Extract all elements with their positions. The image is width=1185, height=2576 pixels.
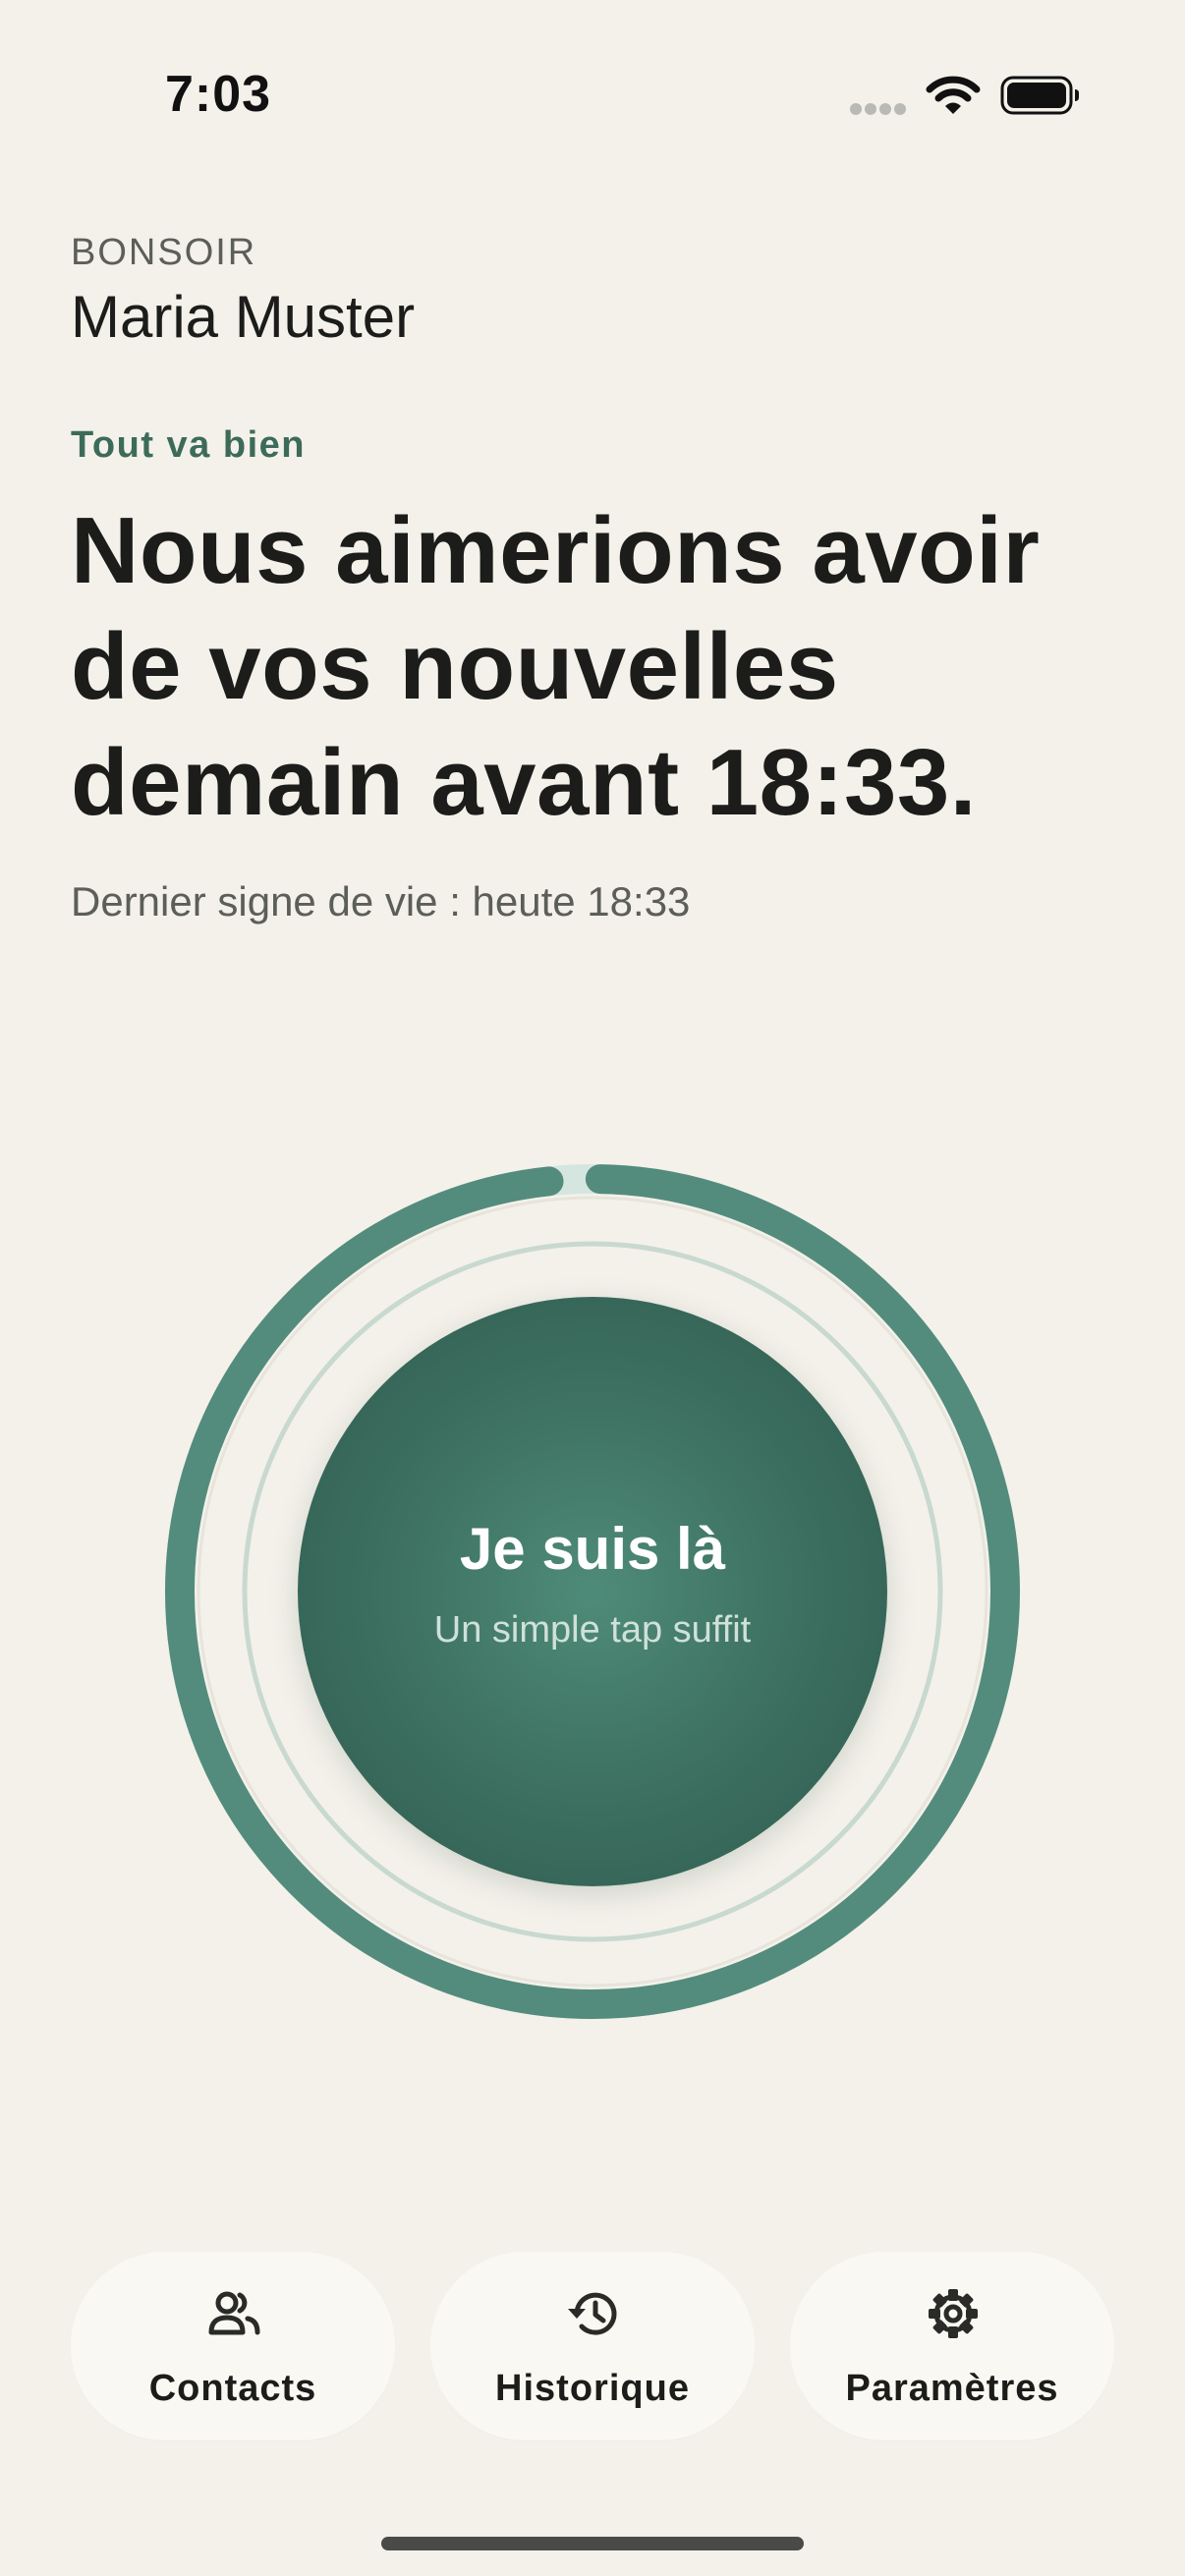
history-icon	[568, 2292, 617, 2335]
headline-line: Nous aimerions avoir	[71, 498, 1041, 603]
battery-icon	[1000, 76, 1079, 115]
nav-label: Paramètres	[845, 2368, 1059, 2409]
checkin-title: Je suis là	[459, 1516, 726, 1582]
status-label: Tout va bien	[71, 424, 306, 466]
user-name: Maria Muster	[71, 284, 416, 350]
nav-history-button[interactable]: Historique	[430, 2252, 755, 2440]
status-bar: 7:03	[0, 0, 1185, 187]
checkin-button[interactable]: Je suis là Un simple tap suffit	[298, 1297, 887, 1886]
cellular-signal-icon	[850, 103, 906, 115]
gear-icon	[929, 2289, 978, 2338]
greeting: BONSOIR	[71, 232, 257, 273]
home-indicator[interactable]	[381, 2537, 804, 2550]
wifi-icon	[926, 76, 981, 114]
headline-line: demain avant 18:33.	[71, 730, 977, 835]
nav-settings-button[interactable]: Paramètres	[790, 2252, 1114, 2440]
contacts-icon	[208, 2291, 260, 2335]
nav-contacts-button[interactable]: Contacts	[71, 2252, 395, 2440]
last-sign-text: Dernier signe de vie : heute 18:33	[71, 878, 691, 924]
headline: Nous aimerions avoir de vos nouvelles de…	[71, 493, 1132, 841]
nav-label: Historique	[495, 2368, 690, 2409]
headline-line: de vos nouvelles	[71, 614, 839, 719]
status-time: 7:03	[165, 66, 272, 123]
nav-label: Contacts	[148, 2368, 317, 2409]
checkin-subtitle: Un simple tap suffit	[433, 1609, 752, 1651]
